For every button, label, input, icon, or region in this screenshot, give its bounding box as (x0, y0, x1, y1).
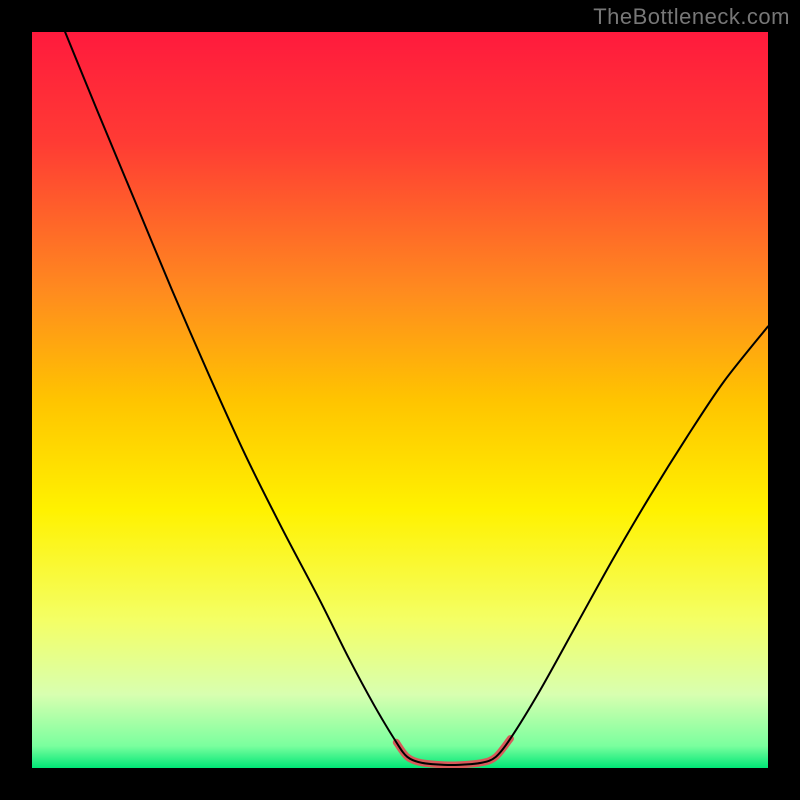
gradient-background (32, 32, 768, 768)
chart-svg (32, 32, 768, 768)
plot-area (32, 32, 768, 768)
watermark-text: TheBottleneck.com (593, 4, 790, 30)
chart-frame: TheBottleneck.com (0, 0, 800, 800)
